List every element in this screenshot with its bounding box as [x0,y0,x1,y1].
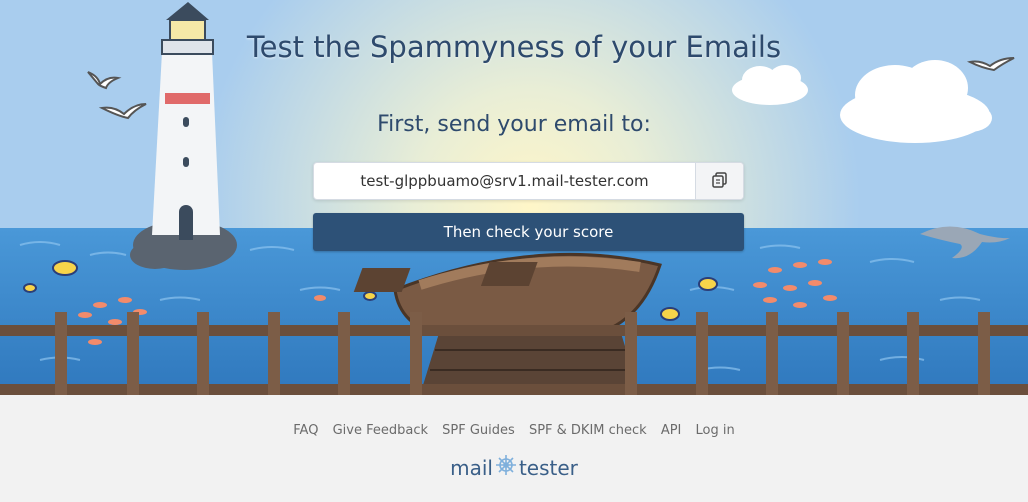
logo-text-left: mail [450,455,493,480]
check-score-button[interactable]: Then check your score [313,213,744,251]
instruction-heading: First, send your email to: [377,112,651,137]
footer: FAQ Give Feedback SPF Guides SPF & DKIM … [0,395,1028,502]
copy-button[interactable] [695,163,743,199]
footer-link-give-feedback[interactable]: Give Feedback [333,423,428,438]
footer-link-log-in[interactable]: Log in [696,423,735,438]
footer-link-spf-guides[interactable]: SPF Guides [442,423,515,438]
copy-icon [711,171,729,192]
hero-section: Test the Spammyness of your Emails First… [0,0,1028,395]
ship-wheel-icon [495,454,517,481]
logo-text-right: tester [518,455,578,480]
footer-nav: FAQ Give Feedback SPF Guides SPF & DKIM … [0,423,1028,438]
footer-link-api[interactable]: API [661,423,682,438]
email-address-group [313,162,744,200]
email-address-field[interactable] [314,163,695,199]
footer-link-faq[interactable]: FAQ [293,423,318,438]
page-title: Test the Spammyness of your Emails [246,30,782,64]
mail-tester-logo[interactable]: mail tester [0,454,1028,481]
footer-link-spf-dkim-check[interactable]: SPF & DKIM check [529,423,647,438]
